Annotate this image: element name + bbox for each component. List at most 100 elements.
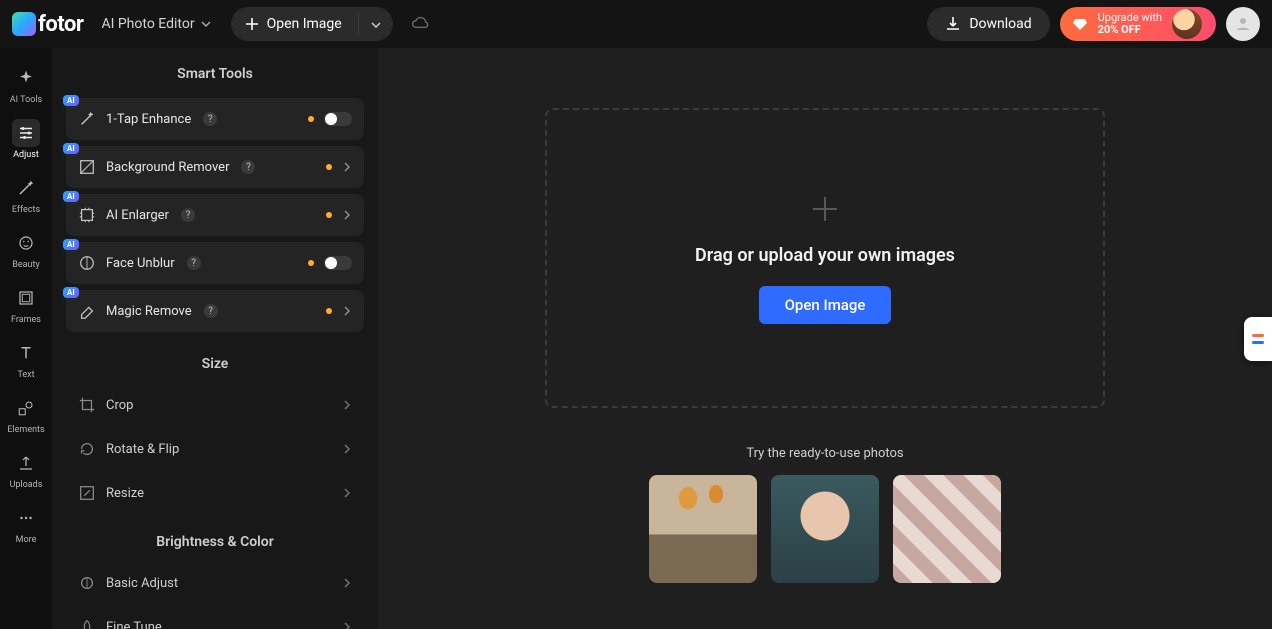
tool-ai-enlarger[interactable]: AI AI Enlarger ? — [66, 194, 364, 236]
image-dropzone[interactable]: Drag or upload your own images Open Imag… — [545, 108, 1105, 408]
ai-badge: AI — [63, 143, 79, 154]
chevron-right-icon — [342, 444, 352, 454]
bg-remove-icon — [78, 158, 96, 176]
brand-logo[interactable]: fotor — [12, 12, 83, 37]
tool-toggle[interactable] — [324, 256, 352, 270]
tool-label: Background Remover — [106, 160, 229, 175]
open-image-label: Open Image — [267, 16, 342, 32]
chevron-down-icon — [201, 19, 211, 29]
credit-dot-icon — [308, 260, 314, 266]
ai-badge: AI — [63, 191, 79, 202]
rail-item-label: AI Tools — [10, 95, 42, 105]
plus-icon — [245, 17, 259, 31]
rail-item-label: More — [16, 535, 37, 545]
face-icon — [17, 234, 35, 252]
chevron-down-icon — [371, 20, 381, 30]
rail-item-elements[interactable]: Elements — [0, 386, 52, 441]
sample-image-3[interactable] — [893, 475, 1001, 583]
open-image-split-button: Open Image — [231, 7, 393, 41]
help-icon[interactable]: ? — [203, 112, 217, 126]
tool-label: AI Enlarger — [106, 208, 169, 223]
ai-badge: AI — [63, 287, 79, 298]
upgrade-button[interactable]: Upgrade with 20% OFF — [1060, 7, 1216, 41]
tool-label: Crop — [106, 398, 133, 413]
rail-item-label: Elements — [7, 425, 44, 435]
ai-badge: AI — [63, 95, 79, 106]
tool-1tap-enhance[interactable]: AI 1-Tap Enhance ? — [66, 98, 364, 140]
tool-label: Face Unblur — [106, 256, 175, 271]
chevron-right-icon — [342, 306, 352, 316]
section-title-size: Size — [52, 338, 378, 382]
upgrade-text: Upgrade with 20% OFF — [1098, 12, 1162, 35]
user-avatar-button[interactable] — [1226, 7, 1260, 41]
rail-item-text[interactable]: Text — [0, 331, 52, 386]
text-icon — [17, 344, 35, 362]
frame-icon — [17, 289, 35, 307]
rail-item-beauty[interactable]: Beauty — [0, 221, 52, 276]
tool-fine-tune[interactable]: Fine Tune — [66, 606, 364, 629]
tool-resize[interactable]: Resize — [66, 472, 364, 514]
upload-icon — [17, 454, 35, 472]
drawer-icon — [1250, 331, 1266, 347]
adjust-icon — [78, 574, 96, 592]
help-icon[interactable]: ? — [241, 160, 255, 174]
open-image-button[interactable]: Open Image — [231, 16, 358, 32]
tool-face-unblur[interactable]: AI Face Unblur ? — [66, 242, 364, 284]
chevron-right-icon — [342, 578, 352, 588]
sample-image-2[interactable] — [771, 475, 879, 583]
tool-label: Magic Remove — [106, 304, 192, 319]
sliders-icon — [17, 124, 35, 142]
tool-rotate-flip[interactable]: Rotate & Flip — [66, 428, 364, 470]
credit-dot-icon — [308, 116, 314, 122]
sample-image-1[interactable] — [649, 475, 757, 583]
chevron-right-icon — [342, 162, 352, 172]
rail-item-frames[interactable]: Frames — [0, 276, 52, 331]
tool-label: 1-Tap Enhance — [106, 112, 191, 127]
upgrade-art-icon — [1172, 9, 1202, 39]
enlarge-icon — [78, 206, 96, 224]
open-image-primary-button[interactable]: Open Image — [759, 286, 892, 324]
sample-images-row — [649, 475, 1001, 583]
wand-icon — [17, 179, 35, 197]
adjust-panel: Smart Tools AI 1-Tap Enhance ? AI Backgr… — [52, 48, 378, 629]
editor-mode-dropdown[interactable]: AI Photo Editor — [101, 16, 210, 32]
rail-item-label: Beauty — [12, 260, 39, 270]
tool-background-remover[interactable]: AI Background Remover ? — [66, 146, 364, 188]
user-icon — [1234, 15, 1252, 33]
upgrade-line2: 20% OFF — [1098, 24, 1162, 36]
credit-dot-icon — [326, 308, 332, 314]
more-icon — [17, 509, 35, 527]
chevron-right-icon — [342, 488, 352, 498]
crop-icon — [78, 396, 96, 414]
help-icon[interactable]: ? — [181, 208, 195, 222]
rail-item-uploads[interactable]: Uploads — [0, 441, 52, 496]
ai-badge: AI — [63, 239, 79, 250]
rail-item-ai-tools[interactable]: AI Tools — [0, 56, 52, 111]
tool-toggle[interactable] — [324, 112, 352, 126]
shapes-icon — [17, 399, 35, 417]
dropzone-text: Drag or upload your own images — [695, 245, 955, 266]
try-samples-text: Try the ready-to-use photos — [746, 446, 903, 461]
right-drawer-handle[interactable] — [1244, 317, 1272, 361]
diamond-icon — [1072, 16, 1088, 32]
credit-dot-icon — [326, 164, 332, 170]
topbar: fotor AI Photo Editor Open Image Downloa… — [0, 0, 1272, 48]
tool-crop[interactable]: Crop — [66, 384, 364, 426]
help-icon[interactable]: ? — [187, 256, 201, 270]
chevron-right-icon — [342, 622, 352, 629]
enhance-icon — [78, 110, 96, 128]
rail-item-label: Adjust — [13, 150, 39, 160]
brand-mark-icon — [12, 12, 36, 36]
canvas-area: Drag or upload your own images Open Imag… — [378, 48, 1272, 629]
open-image-caret-button[interactable] — [359, 15, 393, 34]
help-icon[interactable]: ? — [204, 304, 218, 318]
cloud-sync-icon[interactable] — [411, 14, 431, 34]
eraser-icon — [78, 302, 96, 320]
rail-item-more[interactable]: More — [0, 496, 52, 551]
download-button[interactable]: Download — [927, 7, 1049, 41]
rail-item-effects[interactable]: Effects — [0, 166, 52, 221]
sparkle-icon — [17, 69, 35, 87]
tool-magic-remove[interactable]: AI Magic Remove ? — [66, 290, 364, 332]
tool-basic-adjust[interactable]: Basic Adjust — [66, 562, 364, 604]
rail-item-adjust[interactable]: Adjust — [0, 111, 52, 166]
